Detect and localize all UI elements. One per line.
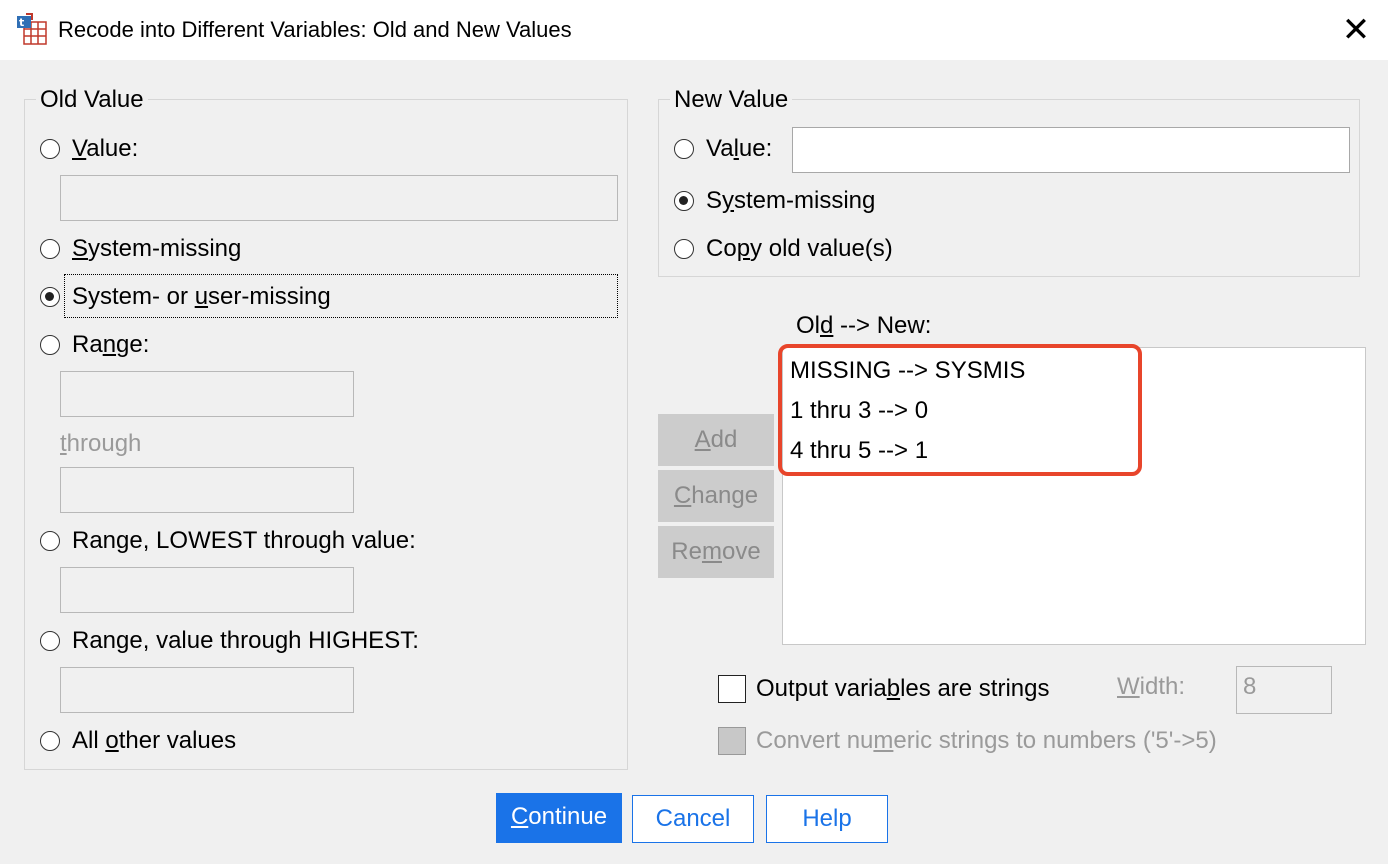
window-title: Recode into Different Variables: Old and…	[58, 17, 572, 42]
close-icon[interactable]: ✕	[1336, 10, 1376, 50]
add-button[interactable]: Add	[658, 414, 774, 466]
old-value-input[interactable]	[60, 175, 618, 221]
old-range-radio[interactable]	[40, 335, 60, 355]
new-value-input[interactable]	[792, 127, 1350, 173]
old-range-highest-label: Range, value through HIGHEST:	[72, 627, 419, 654]
change-button[interactable]: Change	[658, 470, 774, 522]
range-lowest-input[interactable]	[60, 567, 354, 613]
old-system-or-user-missing-radio[interactable]	[40, 287, 60, 307]
old-range-lowest-label: Range, LOWEST through value:	[72, 527, 416, 554]
width-label: Width:	[1117, 673, 1186, 700]
convert-numeric-checkbox[interactable]	[718, 727, 746, 755]
new-copy-old-label: Copy old value(s)	[706, 235, 893, 262]
old-value-label: Value:	[72, 135, 139, 162]
old-system-missing-radio[interactable]	[40, 239, 60, 259]
continue-button[interactable]: Continue	[496, 793, 622, 843]
old-all-other-radio[interactable]	[40, 731, 60, 751]
range-to-input[interactable]	[60, 467, 354, 513]
old-range-highest-radio[interactable]	[40, 631, 60, 651]
old-value-legend: Old Value	[36, 86, 148, 114]
new-value-legend: New Value	[670, 86, 793, 114]
spss-app-icon: t	[16, 12, 48, 46]
new-system-missing-radio[interactable]	[674, 191, 694, 211]
range-highest-input[interactable]	[60, 667, 354, 713]
cancel-button[interactable]: Cancel	[632, 795, 754, 843]
new-value-label: Value:	[706, 135, 773, 162]
new-value-radio[interactable]	[674, 139, 694, 159]
range-from-input[interactable]	[60, 371, 354, 417]
old-range-lowest-radio[interactable]	[40, 531, 60, 551]
width-input[interactable]: 8	[1236, 666, 1332, 714]
old-range-label: Range:	[72, 331, 150, 358]
convert-numeric-label: Convert numeric strings to numbers ('5'-…	[756, 727, 1217, 754]
help-button[interactable]: Help	[766, 795, 888, 843]
mapping-list-label: Old --> New:	[796, 312, 932, 339]
output-strings-checkbox[interactable]	[718, 675, 746, 703]
output-strings-label: Output variables are strings	[756, 675, 1050, 702]
highlight-annotation	[778, 344, 1142, 476]
through-label: through	[60, 430, 142, 457]
old-all-other-label: All other values	[72, 727, 237, 754]
old-system-missing-label: System-missing	[72, 235, 242, 262]
new-system-missing-label: System-missing	[706, 187, 876, 214]
remove-button[interactable]: Remove	[658, 526, 774, 578]
new-copy-old-radio[interactable]	[674, 239, 694, 259]
old-system-or-user-missing-label: System- or user-missing	[72, 283, 331, 310]
old-value-radio[interactable]	[40, 139, 60, 159]
svg-text:t: t	[19, 16, 24, 29]
